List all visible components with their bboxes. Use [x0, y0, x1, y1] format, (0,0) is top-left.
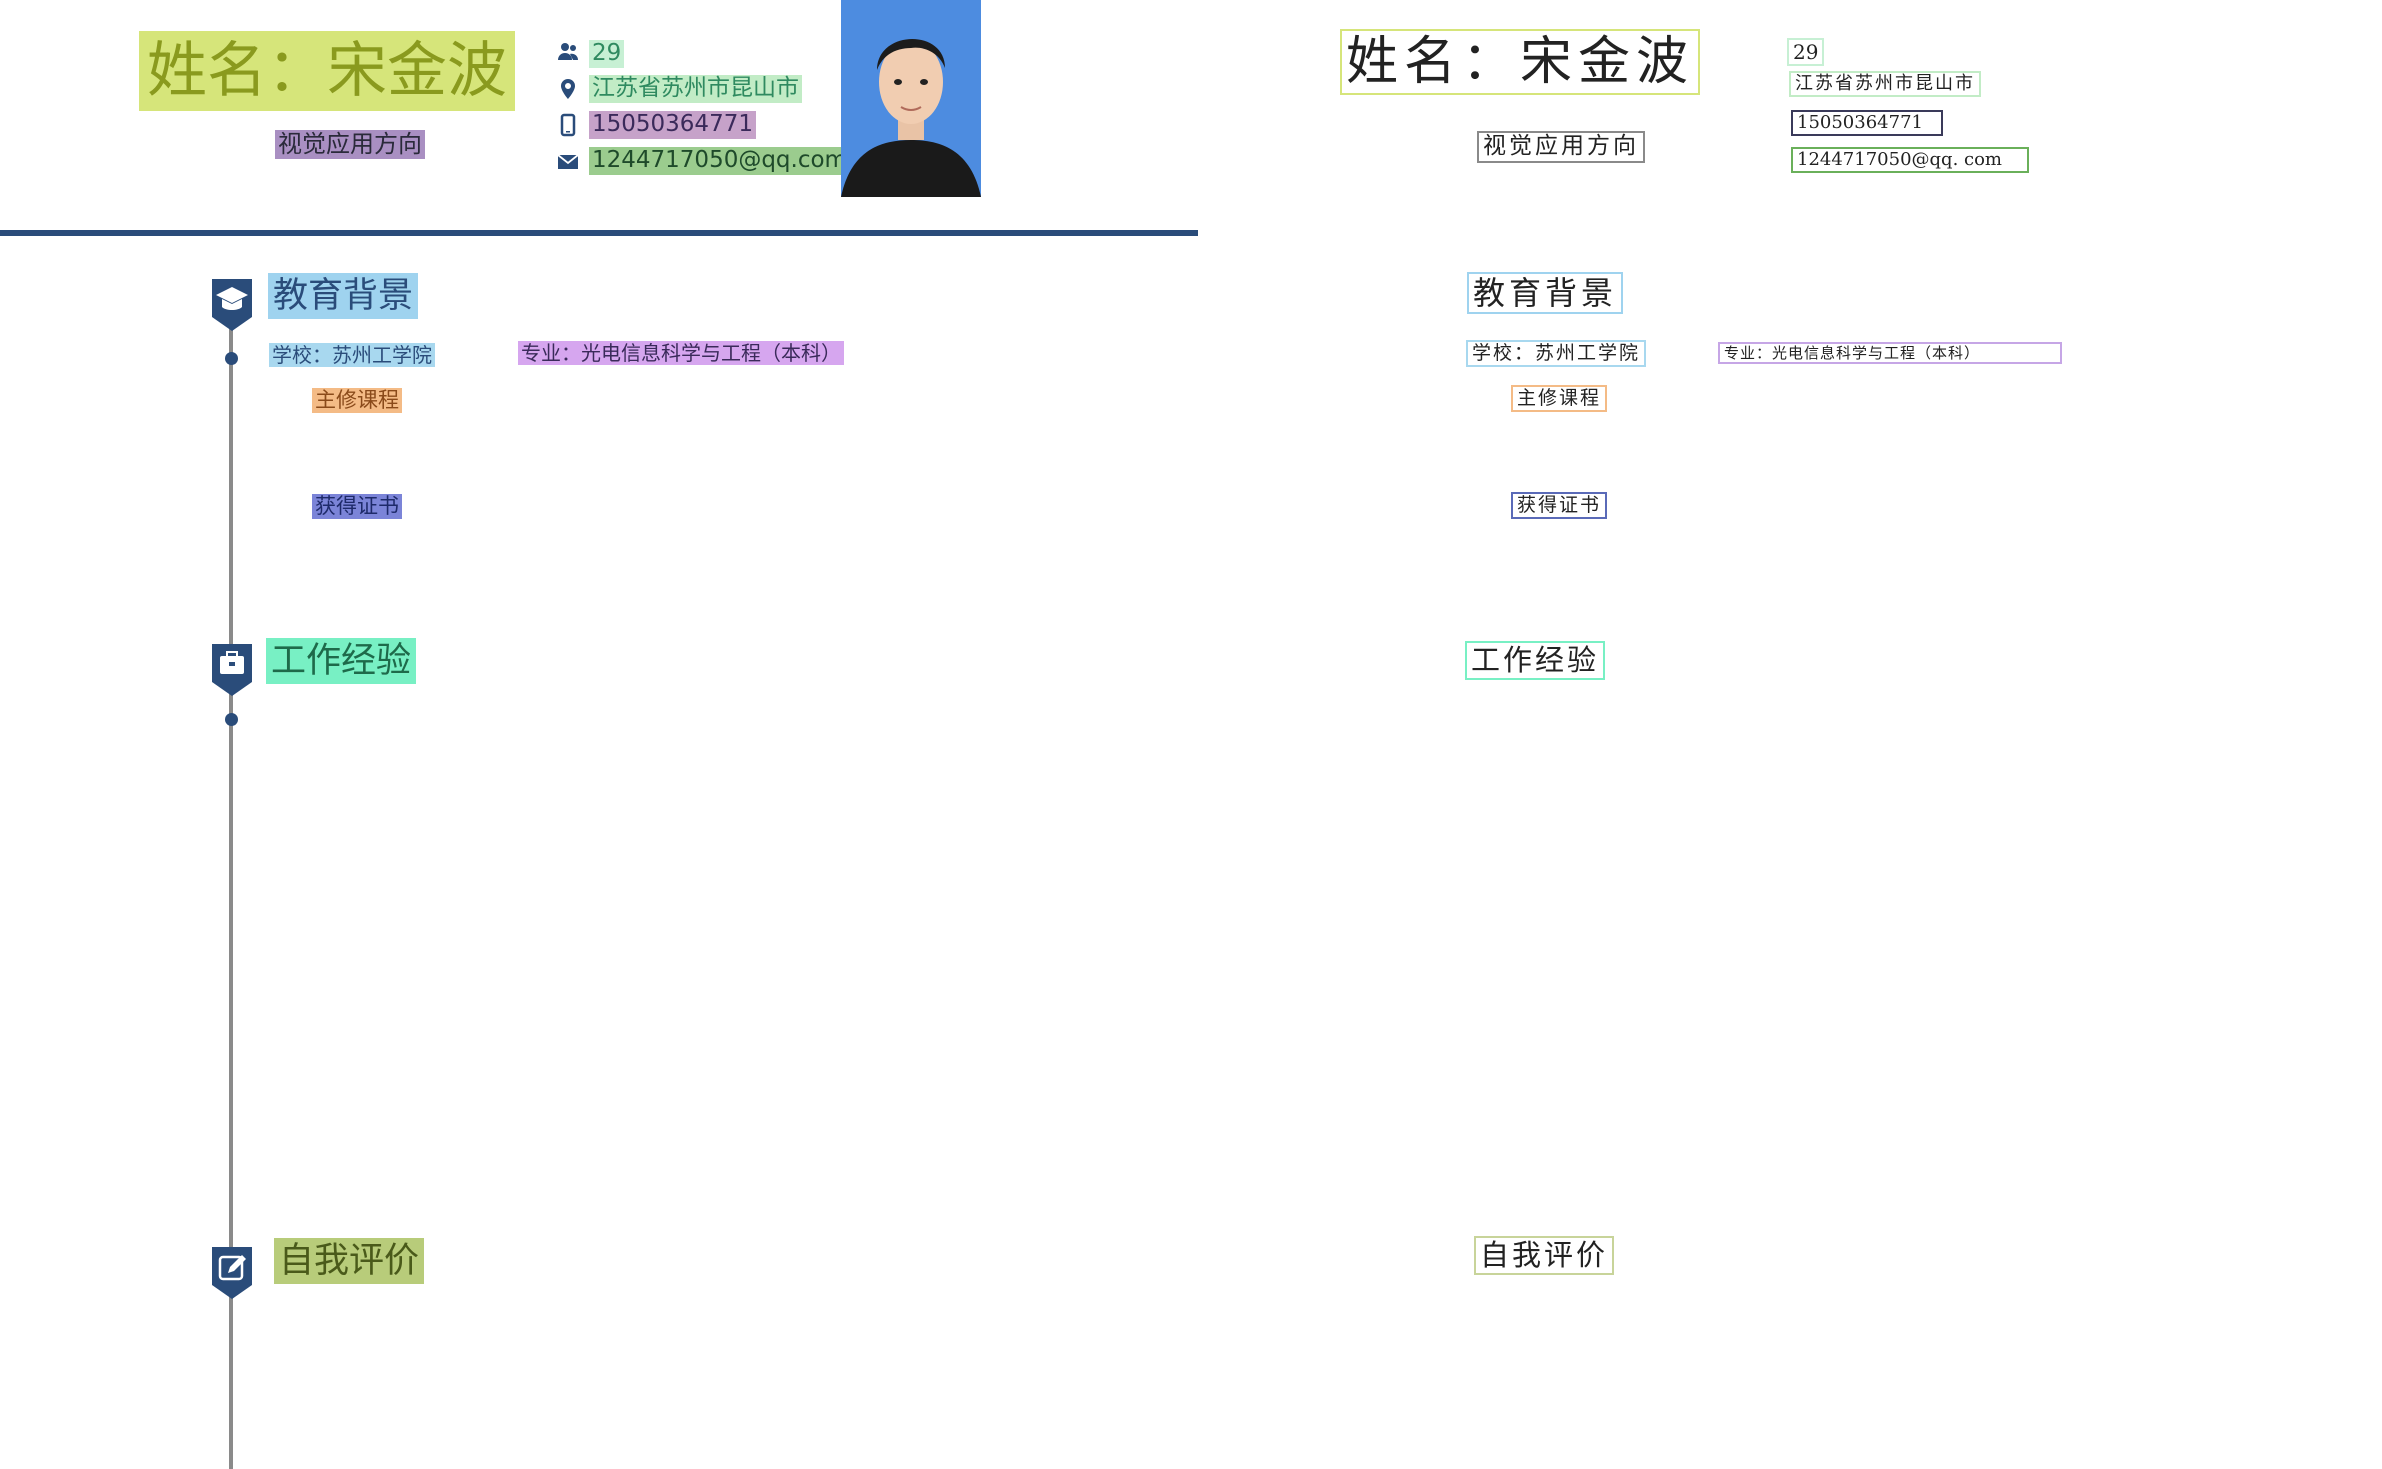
briefcase-icon: [212, 644, 252, 696]
section-title-education: 教育背景: [268, 273, 419, 319]
outline-self-eval-title: 自我评价: [1474, 1236, 1615, 1275]
location-pin-icon: [561, 79, 575, 99]
graduation-cap-icon: [212, 279, 252, 331]
major-value: 专业：光电信息科学与工程（本科）: [518, 341, 844, 365]
outline-work-title: 工作经验: [1465, 641, 1606, 680]
outline-location: 江苏省苏州市昆山市: [1789, 71, 1981, 97]
resume-name: 姓名：宋金波: [139, 31, 515, 111]
courses-label: 主修课程: [312, 388, 402, 414]
outline-age: 29: [1787, 38, 1825, 66]
age-value: 29: [589, 40, 625, 68]
outline-email: 1244717050@qq. com: [1791, 147, 2029, 173]
timeline-dot: [225, 352, 238, 365]
profile-photo: [841, 0, 981, 197]
location-value: 江苏省苏州市昆山市: [589, 75, 802, 103]
edit-icon: [212, 1247, 252, 1299]
school-value: 学校：苏州工学院: [269, 343, 435, 367]
mail-icon: [557, 154, 579, 169]
header-divider: [0, 230, 1198, 236]
outline-school: 学校：苏州工学院: [1466, 340, 1647, 367]
certs-label: 获得证书: [312, 494, 402, 520]
outline-courses: 主修课程: [1511, 385, 1608, 412]
outline-education-title: 教育背景: [1467, 272, 1624, 315]
outline-major: 专业：光电信息科学与工程（本科）: [1718, 342, 2062, 364]
section-title-work: 工作经验: [266, 638, 417, 684]
outline-phone: 15050364771: [1791, 110, 1943, 136]
outline-certs: 获得证书: [1511, 492, 1608, 519]
phone-icon: [560, 113, 576, 137]
outline-name: 姓名：宋金波: [1340, 29, 1701, 96]
timeline-dot: [225, 713, 238, 726]
job-title: 视觉应用方向: [275, 130, 425, 159]
outline-job-title: 视觉应用方向: [1477, 131, 1645, 163]
section-title-self-eval: 自我评价: [274, 1238, 425, 1284]
email-value: 1244717050@qq.com: [589, 147, 850, 175]
phone-value: 15050364771: [589, 111, 756, 139]
user-group-icon: [558, 43, 578, 60]
